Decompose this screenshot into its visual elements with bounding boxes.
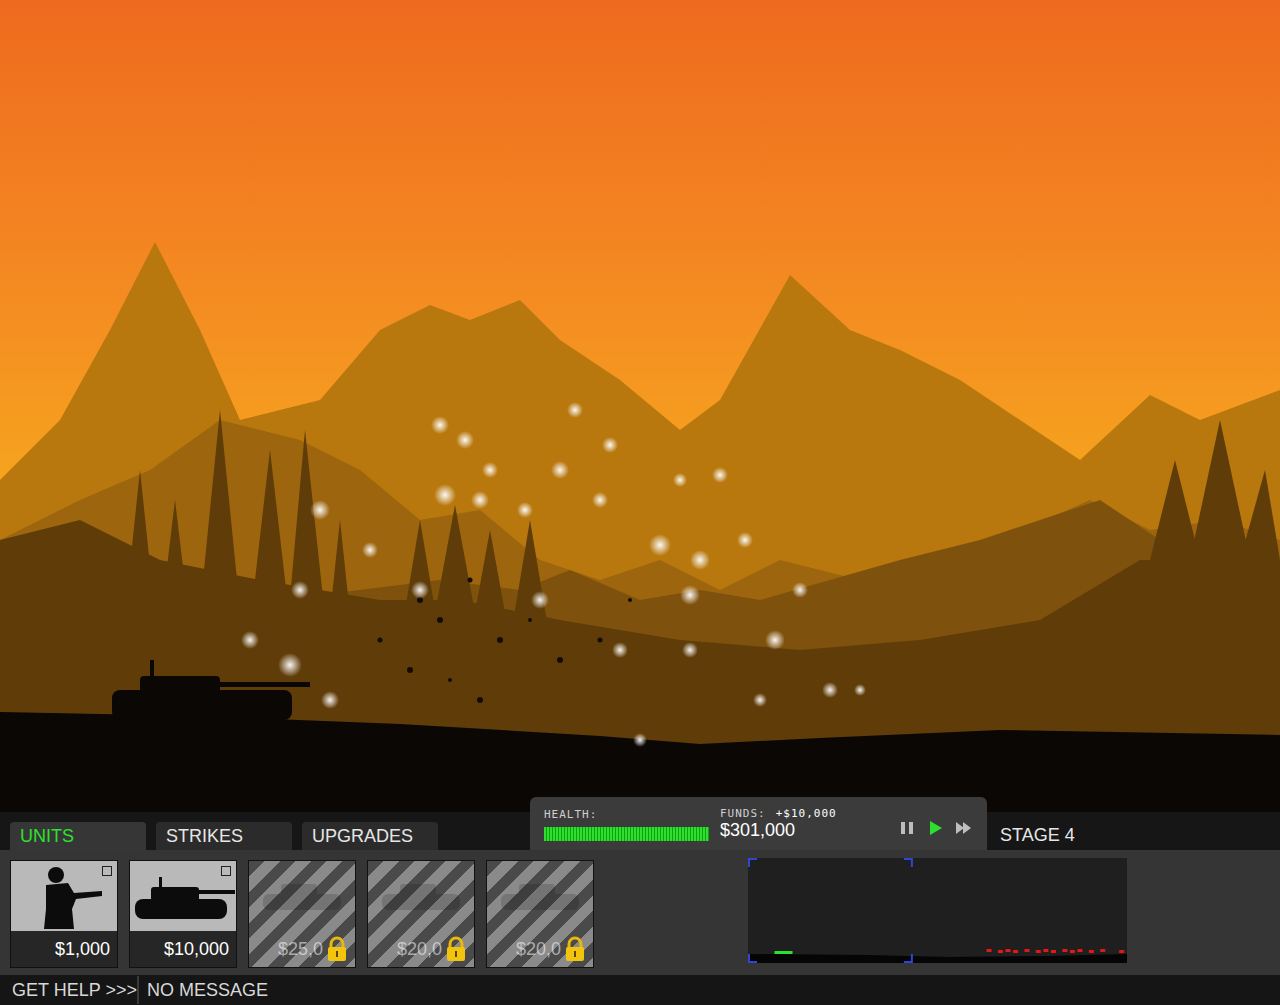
status-panel: HEALTH: FUNDS: +$10,000 $301,000 [530,797,987,850]
enemy-marker [1036,950,1041,953]
unit-card[interactable]: $20,0 [486,860,594,968]
view-frame[interactable] [749,859,912,962]
enemy-marker [1051,950,1056,953]
lock-icon [445,936,467,962]
health-bar [544,827,709,841]
unit-price-row: $20,0 [368,931,474,967]
hotkey-box [221,866,231,876]
tank-icon [130,861,236,931]
enemy-marker [1070,950,1075,953]
enemy-marker [1006,949,1011,952]
enemy-marker [1024,949,1029,952]
unit-price: $20,0 [397,939,442,960]
enemy-marker [1119,950,1124,953]
tab[interactable]: UPGRADES [302,822,438,850]
tab[interactable]: UNITS [10,822,146,850]
minimap[interactable] [748,858,1127,963]
unit-card[interactable]: $1,000 [10,860,118,968]
unit-card[interactable]: $10,000 [129,860,237,968]
friendly-marker [775,951,793,954]
unit-price: $20,0 [516,939,561,960]
message-text: NO MESSAGE [147,980,268,1001]
enemy-marker [998,950,1003,953]
unit-price: $1,000 [55,939,110,960]
unit-price-row: $1,000 [11,931,117,967]
enemy-marker [1078,949,1083,952]
unit-card[interactable]: $25,0 [248,860,356,968]
unit-price: $25,0 [278,939,323,960]
funds-value: $301,000 [720,820,837,841]
health-label: HEALTH: [544,808,720,821]
battlefield [0,0,1280,812]
lock-icon [326,936,348,962]
enemy-marker [1062,949,1067,952]
income: +$10,000 [776,807,837,820]
funds-label: FUNDS: [720,807,766,820]
soldier-icon [11,861,117,931]
unit-price: $10,000 [164,939,229,960]
stage-label: STAGE 4 [1000,817,1280,846]
fast-icon[interactable] [955,819,973,837]
tab[interactable]: STRIKES [156,822,292,850]
message-bar: GET HELP >>> NO MESSAGE [0,975,1280,1005]
pause-icon[interactable] [899,819,917,837]
locked-icon [368,861,474,931]
enemy-marker [1089,950,1094,953]
hotkey-box [102,866,112,876]
enemy-marker [1100,949,1105,952]
help-link[interactable]: GET HELP >>> [0,980,137,1001]
unit-card[interactable]: $20,0 [367,860,475,968]
locked-icon [487,861,593,931]
locked-icon [249,861,355,931]
enemy-marker [1013,950,1018,953]
unit-price-row: $10,000 [130,931,236,967]
play-icon[interactable] [927,819,945,837]
unit-price-row: $25,0 [249,931,355,967]
lock-icon [564,936,586,962]
health-fill [544,827,709,841]
unit-panel: $1,000 $10,000 $25,0 $20,0 $20,0 [0,850,1280,975]
enemy-marker [1043,949,1048,952]
enemy-marker [987,949,992,952]
unit-price-row: $20,0 [487,931,593,967]
